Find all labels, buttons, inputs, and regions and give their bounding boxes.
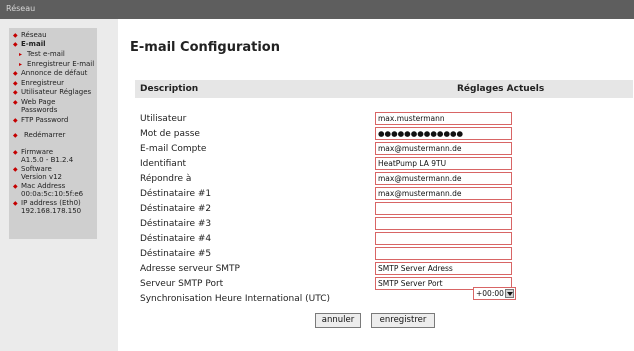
label-destinataire-2: Déstinataire #2	[140, 204, 212, 214]
software-version-value: Version v12	[21, 173, 63, 181]
top-bar: Réseau	[0, 0, 634, 19]
mac-address-value: 00:0a:5c:10:5f:e6	[21, 190, 84, 198]
sidebar-item-label: Enregistreur	[21, 79, 65, 87]
label-smtp-server: Adresse serveur SMTP	[140, 264, 240, 274]
utilisateur-input[interactable]	[375, 112, 512, 125]
sidebar-item-label: Web Page	[21, 98, 56, 106]
sidebar-item-label: FTP Password	[21, 116, 69, 124]
bullet-icon: ◆	[13, 117, 18, 124]
bullet-icon: ◆	[13, 149, 18, 156]
bullet-icon: ◆	[13, 80, 18, 87]
label-repondre-a: Répondre à	[140, 174, 192, 184]
destinataire-3-input[interactable]	[375, 217, 512, 230]
label-utilisateur: Utilisateur	[140, 114, 187, 124]
bullet-icon: ◆	[13, 32, 18, 39]
top-bar-title: Réseau	[6, 4, 36, 13]
bullet-icon: ◆	[13, 166, 18, 173]
bullet-icon: ▸	[19, 51, 23, 58]
chevron-down-icon	[507, 292, 513, 296]
password-input[interactable]	[375, 127, 512, 140]
bullet-icon: ◆	[13, 200, 18, 207]
label-mot-de-passe: Mot de passe	[140, 129, 200, 139]
sidebar-item-label: Réseau	[21, 31, 47, 39]
main-content: E-mail Configuration Description Réglage…	[118, 19, 634, 351]
save-button[interactable]: enregistrer	[371, 313, 435, 328]
sidebar-item-label: E-mail	[21, 40, 46, 48]
page-title: E-mail Configuration	[130, 40, 280, 55]
label-destinataire-5: Déstinataire #5	[140, 249, 212, 259]
destinataire-1-input[interactable]	[375, 187, 512, 200]
label-timezone: Synchronisation Heure International (UTC…	[140, 294, 330, 304]
label-destinataire-3: Déstinataire #3	[140, 219, 212, 229]
destinataire-4-input[interactable]	[375, 232, 512, 245]
identifiant-input[interactable]	[375, 157, 512, 170]
sidebar-item-label: Firmware	[21, 148, 54, 156]
label-destinataire-4: Déstinataire #4	[140, 234, 212, 244]
bullet-icon: ◆	[13, 70, 18, 77]
sidebar-item-label: Utilisateur Réglages	[21, 88, 92, 96]
sidebar-nav: ◆ Réseau ◆ E-mail ▸ Test e-mail ▸ Enregistre…	[9, 28, 97, 239]
bullet-icon: ◆	[13, 89, 18, 96]
label-identifiant: Identifiant	[140, 159, 187, 169]
timezone-select[interactable]: +00:00	[473, 287, 516, 300]
bullet-icon: ◆	[13, 41, 18, 48]
label-email-compte: E-mail Compte	[140, 144, 207, 154]
sidebar-item-label: Mac Address	[21, 182, 66, 190]
destinataire-5-input[interactable]	[375, 247, 512, 260]
destinataire-2-input[interactable]	[375, 202, 512, 215]
sidebar-item-label: Enregistreur E-mail	[27, 60, 95, 68]
dropdown-arrow-button[interactable]	[505, 289, 514, 298]
cancel-button[interactable]: annuler	[315, 313, 361, 328]
bullet-icon: ◆	[13, 183, 18, 190]
column-header-description: Description	[140, 84, 199, 94]
sidebar-item-label: Software	[21, 165, 52, 173]
table-header: Description Réglages Actuels	[135, 80, 633, 98]
sidebar-item-label: Test e-mail	[27, 50, 65, 58]
bullet-icon: ◆	[13, 132, 18, 139]
bullet-icon: ◆	[13, 99, 18, 106]
bullet-icon: ▸	[19, 61, 23, 68]
sidebar-item-label: Redémarrer	[24, 131, 66, 139]
firmware-version-value: A1.5.0 - B1.2.4	[21, 156, 74, 164]
sidebar-item-label: IP address (Eth0)	[21, 199, 81, 207]
smtp-server-input[interactable]	[375, 262, 512, 275]
column-header-settings: Réglages Actuels	[457, 84, 545, 94]
sidebar-item-label-line2: Passwords	[21, 106, 58, 114]
email-compte-input[interactable]	[375, 142, 512, 155]
timezone-value: +00:00	[476, 289, 504, 298]
repondre-a-input[interactable]	[375, 172, 512, 185]
label-smtp-port: Serveur SMTP Port	[140, 279, 224, 289]
label-destinataire-1: Déstinataire #1	[140, 189, 212, 199]
ip-address-value: 192.168.178.150	[21, 207, 82, 215]
sidebar-item-label: Annonce de défaut	[21, 69, 88, 77]
